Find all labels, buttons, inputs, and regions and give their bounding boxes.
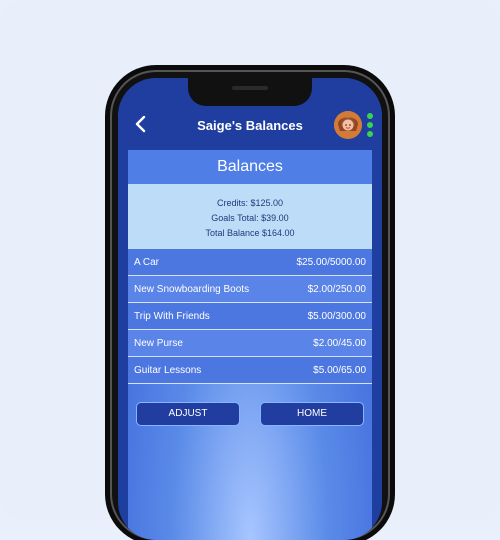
goal-amount: $5.00/65.00 <box>313 364 366 376</box>
phone-frame: Saige's Balances Balances Credits: $125.… <box>110 70 390 540</box>
phone-screen: Saige's Balances Balances Credits: $125.… <box>118 78 382 540</box>
background-card: Saige's Balances Balances Credits: $125.… <box>0 0 500 540</box>
phone-notch <box>188 78 312 106</box>
balance-summary: Credits: $125.00 Goals Total: $39.00 Tot… <box>128 184 372 249</box>
goal-name: Trip With Friends <box>134 310 210 322</box>
speaker-grill <box>232 86 268 90</box>
credits-text: Credits: $125.00 <box>216 198 284 208</box>
section-title: Balances <box>128 150 372 184</box>
list-item[interactable]: Trip With Friends $5.00/300.00 <box>128 303 372 330</box>
goal-name: New Purse <box>134 337 183 349</box>
goal-amount: $25.00/5000.00 <box>296 256 366 268</box>
list-item[interactable]: Guitar Lessons $5.00/65.00 <box>128 357 372 384</box>
goal-name: A Car <box>134 256 160 268</box>
goal-amount: $2.00/45.00 <box>313 337 366 349</box>
goals-list: A Car $25.00/5000.00 New Snowboarding Bo… <box>128 249 372 384</box>
vertical-dots-icon[interactable] <box>367 113 373 140</box>
goal-name: Guitar Lessons <box>134 364 202 376</box>
goal-amount: $2.00/250.00 <box>307 283 366 295</box>
button-bar: ADJUST HOME <box>128 402 372 426</box>
total-balance-text: Total Balance $164.00 <box>205 228 295 238</box>
goal-name: New Snowboarding Boots <box>134 283 250 295</box>
avatar[interactable] <box>334 111 362 139</box>
list-item[interactable]: New Purse $2.00/45.00 <box>128 330 372 357</box>
goal-amount: $5.00/300.00 <box>307 310 366 322</box>
adjust-button[interactable]: ADJUST <box>136 402 240 426</box>
goals-total-text: Goals Total: $39.00 <box>211 213 289 223</box>
list-item[interactable]: New Snowboarding Boots $2.00/250.00 <box>128 276 372 303</box>
main-content: Balances Credits: $125.00 Goals Total: $… <box>128 150 372 540</box>
home-button[interactable]: HOME <box>260 402 364 426</box>
list-item[interactable]: A Car $25.00/5000.00 <box>128 249 372 276</box>
